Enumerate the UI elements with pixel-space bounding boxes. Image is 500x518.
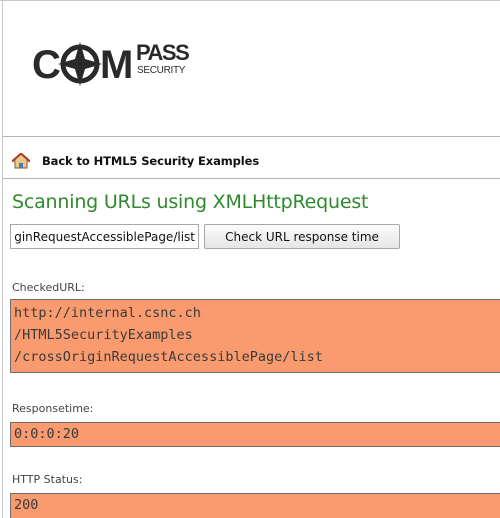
frame-top-border — [0, 0, 500, 1]
compass-security-logo: C M PASS SECURITY — [32, 40, 191, 87]
back-to-examples-link[interactable]: Back to HTML5 Security Examples — [12, 152, 259, 170]
http-status-label: HTTP Status: — [12, 473, 83, 486]
back-link-label: Back to HTML5 Security Examples — [42, 154, 260, 168]
check-url-response-time-button[interactable]: Check URL response time — [204, 224, 400, 249]
checked-url-label: CheckedURL: — [12, 281, 85, 294]
checked-url-line: http://internal.csnc.ch — [14, 305, 201, 321]
checked-url-line: /HTML5SecurityExamples — [14, 327, 193, 343]
svg-text:M: M — [100, 43, 131, 87]
home-icon — [12, 153, 30, 169]
svg-text:C: C — [32, 43, 60, 87]
page-title: Scanning URLs using XMLHttpRequest — [12, 191, 369, 213]
svg-text:PASS: PASS — [136, 40, 189, 65]
header-divider — [3, 136, 500, 137]
checked-url-line: /crossOriginRequestAccessiblePage/list — [14, 349, 323, 365]
svg-text:SECURITY: SECURITY — [137, 65, 186, 76]
response-time-output: 0:0:0:20 — [10, 422, 500, 447]
http-status-output: 200 — [10, 493, 500, 518]
checked-url-output: http://internal.csnc.ch/HTML5SecurityExa… — [10, 299, 500, 373]
url-input[interactable] — [10, 224, 199, 249]
frame-left-border — [2, 0, 3, 518]
response-time-label: Responsetime: — [12, 402, 94, 415]
nav-divider — [3, 178, 500, 179]
